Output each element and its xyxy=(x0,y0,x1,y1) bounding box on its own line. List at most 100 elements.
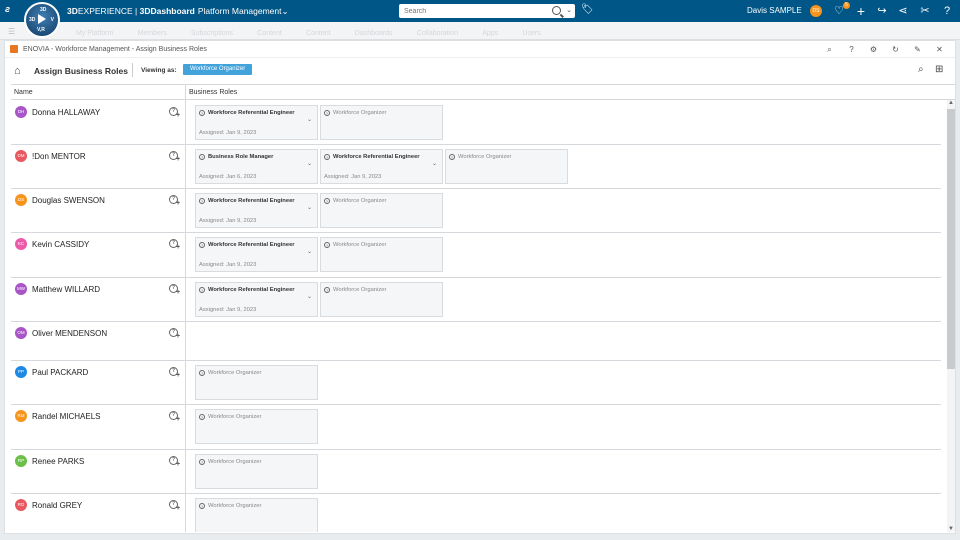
person-name[interactable]: Oliver MENDENSON xyxy=(32,329,107,338)
apps-tools-icon[interactable]: ✂ xyxy=(917,3,933,19)
chevron-down-icon[interactable]: ⌄ xyxy=(432,160,437,167)
gear-icon[interactable]: ⚙ xyxy=(868,44,879,55)
table-row: RG Ronald GREY? +? Workforce Organizer xyxy=(11,494,941,532)
add-role-icon[interactable]: ? + xyxy=(169,107,181,119)
chevron-down-icon[interactable]: ⌄ xyxy=(307,293,312,300)
person-name[interactable]: Donna HALLAWAY xyxy=(32,108,100,117)
avatar: MW xyxy=(15,283,27,295)
add-role-icon[interactable]: ? + xyxy=(169,284,181,296)
role-info-icon: ? xyxy=(199,198,205,204)
add-role-icon[interactable]: ? + xyxy=(169,151,181,163)
role-card[interactable]: ? Workforce Organizer xyxy=(445,149,568,184)
role-card[interactable]: ? Workforce Organizer xyxy=(320,193,443,228)
tab-dashboards[interactable]: Dashboards xyxy=(355,30,393,37)
plus-icon: + xyxy=(176,156,181,163)
refresh-icon[interactable]: ↻ xyxy=(890,44,901,55)
search-options-chevron-icon[interactable]: ⌄ xyxy=(566,6,572,14)
person-name[interactable]: !Don MENTOR xyxy=(32,152,86,161)
app-brand[interactable]: 3DEXPERIENCE | 3DDashboard Platform Manag… xyxy=(67,6,289,17)
add-role-icon[interactable]: ? + xyxy=(169,456,181,468)
widget-header: ENOVIA - Workforce Management - Assign B… xyxy=(5,41,955,58)
tab-my-platform[interactable]: My Platform xyxy=(76,30,113,37)
add-role-icon[interactable]: ? + xyxy=(169,239,181,251)
home-icon[interactable]: ⌂ xyxy=(14,65,21,77)
plus-icon: + xyxy=(176,372,181,379)
tab-content[interactable]: Content xyxy=(257,30,282,37)
role-card[interactable]: ? Workforce Organizer xyxy=(320,282,443,317)
user-name[interactable]: Davis SAMPLE xyxy=(747,6,802,15)
add-icon[interactable]: + xyxy=(853,3,869,19)
person-name[interactable]: Paul PACKARD xyxy=(32,368,88,377)
add-role-icon[interactable]: ? + xyxy=(169,328,181,340)
chevron-down-icon[interactable]: ⌄ xyxy=(282,6,289,16)
tag-icon[interactable]: 🏷 xyxy=(581,4,594,16)
help-icon[interactable]: ? xyxy=(846,44,857,55)
role-card[interactable]: ? Workforce Referential Engineer ⌄ Assigned… xyxy=(195,282,318,317)
close-icon[interactable]: ✕ xyxy=(934,44,945,55)
add-role-icon[interactable]: ? + xyxy=(169,500,181,512)
role-card[interactable]: ? Workforce Organizer xyxy=(195,365,318,400)
chevron-down-icon[interactable]: ⌄ xyxy=(307,248,312,255)
share-arrow-icon[interactable]: ↪ xyxy=(874,3,890,19)
role-card[interactable]: ? Workforce Organizer xyxy=(195,409,318,444)
search-input[interactable] xyxy=(399,4,539,18)
person-name[interactable]: Matthew WILLARD xyxy=(32,285,100,294)
search-icon[interactable]: ⌕ xyxy=(824,44,835,55)
scroll-up-icon[interactable]: ▲ xyxy=(948,100,954,106)
compass-north: 3D xyxy=(40,7,47,13)
share-network-icon[interactable]: ⋖ xyxy=(895,3,911,19)
role-card[interactable]: ? Workforce Organizer xyxy=(320,105,443,140)
role-card[interactable]: ? Workforce Referential Engineer ⌄ Assigned… xyxy=(195,193,318,228)
person-name[interactable]: Ronald GREY xyxy=(32,501,82,510)
role-name: Workforce Organizer xyxy=(208,370,262,376)
role-card[interactable]: ? Workforce Referential Engineer ⌄ Assigned… xyxy=(195,237,318,272)
role-name: Workforce Referential Engineer xyxy=(208,198,295,204)
search-icon[interactable] xyxy=(552,6,561,15)
tab-collaboration[interactable]: Collaboration xyxy=(417,30,458,37)
menu-icon[interactable]: ☰ xyxy=(8,27,15,36)
vertical-scrollbar[interactable]: ▲ ▼ xyxy=(947,100,955,532)
chevron-down-icon[interactable]: ⌄ xyxy=(307,116,312,123)
person-name[interactable]: Douglas SWENSON xyxy=(32,196,105,205)
add-role-icon[interactable]: ? + xyxy=(169,411,181,423)
role-card[interactable]: ? Workforce Organizer xyxy=(320,237,443,272)
tab-apps[interactable]: Apps xyxy=(482,30,498,37)
user-avatar[interactable]: DS xyxy=(810,5,822,17)
compass-icon[interactable]: 3D 3D V V,R xyxy=(24,2,60,38)
add-role-icon[interactable]: ? + xyxy=(169,367,181,379)
tab-members[interactable]: Members xyxy=(138,30,167,37)
viewing-as-label: Viewing as: xyxy=(141,67,177,74)
scroll-down-icon[interactable]: ▼ xyxy=(948,526,954,532)
role-card[interactable]: ? Workforce Referential Engineer ⌄ Assigned… xyxy=(195,105,318,140)
chevron-down-icon[interactable]: ⌄ xyxy=(307,160,312,167)
column-header-business-roles[interactable]: Business Roles xyxy=(189,89,237,96)
chevron-down-icon[interactable]: ⌄ xyxy=(307,204,312,211)
role-card[interactable]: ? Workforce Organizer xyxy=(195,454,318,489)
tab-content-2[interactable]: Content xyxy=(306,30,331,37)
column-header-name[interactable]: Name xyxy=(14,89,33,96)
dashboard-tab-bar: ☰ My Platform Members Subscriptions Cont… xyxy=(0,22,960,40)
role-card[interactable]: ? Workforce Organizer xyxy=(195,498,318,532)
hierarchy-icon[interactable]: ⊞ xyxy=(935,64,943,75)
add-role-icon[interactable]: ? + xyxy=(169,195,181,207)
tab-subscriptions[interactable]: Subscriptions xyxy=(191,30,233,37)
role-card[interactable]: ? Business Role Manager ⌄ Assigned: Jan 6, … xyxy=(195,149,318,184)
role-info-icon: ? xyxy=(324,110,330,116)
pin-icon[interactable]: ✎ xyxy=(912,44,923,55)
avatar: DH xyxy=(15,106,27,118)
avatar: PP xyxy=(15,366,27,378)
brand-separator: | xyxy=(132,6,140,16)
search-people-icon[interactable]: ⌕ xyxy=(918,64,924,75)
role-card[interactable]: ? Workforce Referential Engineer ⌄ Assigned… xyxy=(320,149,443,184)
table-row: DH Donna HALLAWAY ? + ? Workforce Referential… xyxy=(11,101,941,145)
tab-users[interactable]: Users xyxy=(522,30,540,37)
help-icon[interactable]: ? xyxy=(939,3,955,19)
role-name: Workforce Organizer xyxy=(333,242,387,248)
person-name[interactable]: Kevin CASSIDY xyxy=(32,240,89,249)
compass-east: V xyxy=(50,17,54,23)
scrollbar-thumb[interactable] xyxy=(947,109,955,369)
viewing-role-selector[interactable]: Workforce Organizer xyxy=(183,64,253,75)
person-name[interactable]: Randel MICHAELS xyxy=(32,412,100,421)
person-name[interactable]: Renee PARKS xyxy=(32,457,84,466)
role-name: Workforce Referential Engineer xyxy=(333,154,420,160)
